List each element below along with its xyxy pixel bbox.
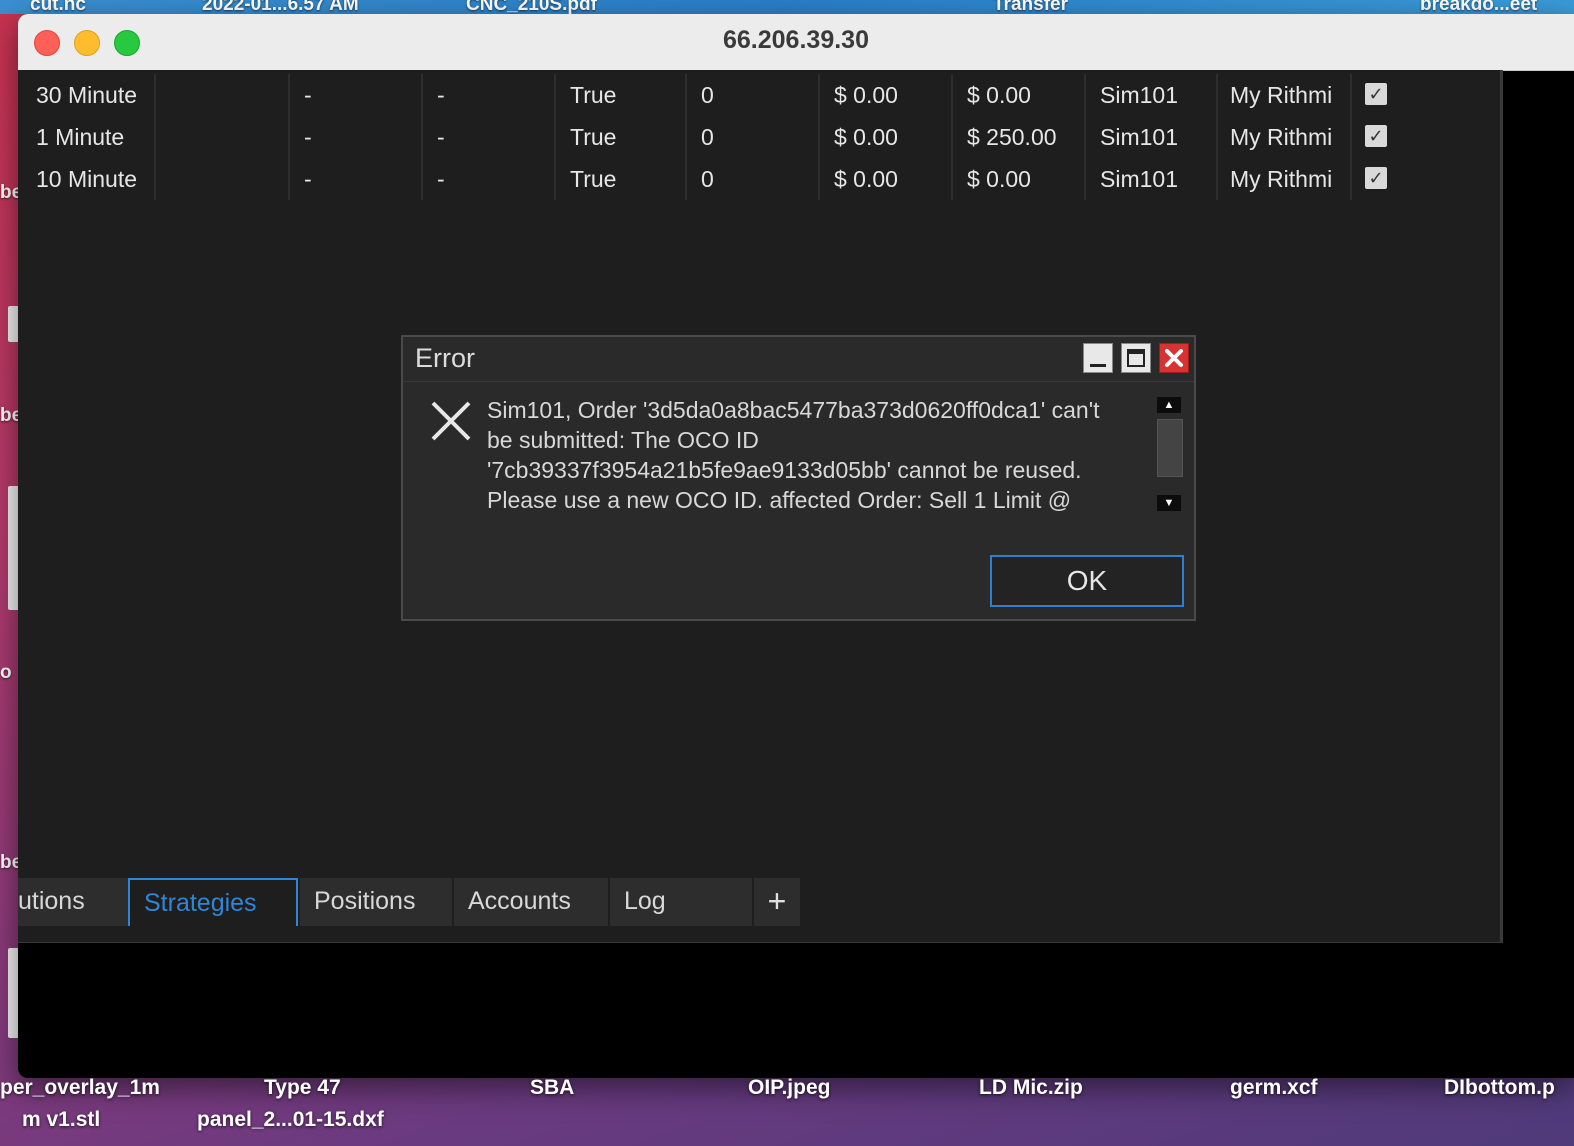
tab-executions[interactable]: utions bbox=[18, 878, 128, 926]
enabled-checkbox[interactable]: ✓ bbox=[1365, 125, 1387, 147]
scroll-up-icon[interactable]: ▲ bbox=[1157, 397, 1181, 413]
desktop-file-label[interactable]: CNC_210S.pdf bbox=[466, 0, 597, 14]
desktop-file-label[interactable]: o bbox=[0, 662, 12, 684]
dialog-separator bbox=[403, 381, 1194, 382]
desktop-file-label[interactable]: OIP.jpeg bbox=[748, 1076, 830, 1100]
desktop-file-label[interactable]: SBA bbox=[530, 1076, 574, 1100]
desktop-top-strip: cut.nc 2022-01...6.57 AM CNC_210S.pdf Tr… bbox=[0, 0, 1574, 14]
realized-pnl-cell: $ 0.00 bbox=[820, 74, 953, 116]
quantity-cell: 0 bbox=[687, 74, 820, 116]
realized-pnl-cell: $ 0.00 bbox=[820, 158, 953, 200]
enabled-cell: True bbox=[556, 116, 687, 158]
ok-button[interactable]: OK bbox=[990, 555, 1184, 607]
error-dialog: Error Sim101, Order '3d5da0a8bac5477ba37… bbox=[401, 335, 1196, 621]
desktop-file-label[interactable]: Transfer bbox=[993, 0, 1068, 14]
scroll-down-icon[interactable]: ▼ bbox=[1157, 495, 1181, 511]
window-title: 66.206.39.30 bbox=[723, 26, 869, 54]
desktop-file-label[interactable]: m v1.stl bbox=[22, 1108, 100, 1132]
connection-cell: My Rithmi bbox=[1218, 74, 1352, 116]
table-cell: - bbox=[423, 158, 556, 200]
desktop-file-label[interactable]: Type 47 bbox=[264, 1076, 341, 1100]
realized-pnl-cell: $ 0.00 bbox=[820, 116, 953, 158]
strategy-name-cell: 10 Minute bbox=[22, 158, 156, 200]
tab-positions[interactable]: Positions bbox=[300, 878, 452, 926]
enabled-cell: True bbox=[556, 158, 687, 200]
error-message-line: '7cb39337f3954a21b5fe9ae9133d05bb' canno… bbox=[487, 457, 1082, 483]
table-row[interactable]: 30 Minute - - True 0 $ 0.00 $ 0.00 Sim10… bbox=[18, 74, 1500, 116]
error-message: Sim101, Order '3d5da0a8bac5477ba373d0620… bbox=[487, 395, 1147, 519]
desktop-file-label[interactable]: germ.xcf bbox=[1230, 1076, 1318, 1100]
account-cell: Sim101 bbox=[1086, 158, 1218, 200]
table-cell: - bbox=[423, 74, 556, 116]
table-row[interactable]: 10 Minute - - True 0 $ 0.00 $ 0.00 Sim10… bbox=[18, 158, 1500, 200]
desktop-file-label[interactable]: per_overlay_1m bbox=[0, 1076, 160, 1100]
desktop-file-label[interactable]: DIbottom.p bbox=[1444, 1076, 1555, 1100]
tab-accounts[interactable]: Accounts bbox=[454, 878, 608, 926]
enabled-checkbox[interactable]: ✓ bbox=[1365, 167, 1387, 189]
dialog-maximize-button[interactable] bbox=[1121, 343, 1151, 373]
error-x-icon bbox=[431, 401, 471, 441]
table-cell bbox=[156, 158, 290, 200]
unrealized-pnl-cell: $ 0.00 bbox=[953, 158, 1086, 200]
desktop-file-label[interactable]: LD Mic.zip bbox=[979, 1076, 1083, 1100]
desktop-file-label[interactable]: cut.nc bbox=[30, 0, 86, 14]
minimize-icon bbox=[1090, 364, 1106, 367]
account-cell: Sim101 bbox=[1086, 116, 1218, 158]
tab-bar: utions Strategies Positions Accounts Log… bbox=[18, 878, 1500, 928]
desktop-icon-row: per_overlay_1m m v1.stl Type 47 panel_2.… bbox=[0, 1074, 1574, 1146]
connection-cell: My Rithmi bbox=[1218, 158, 1352, 200]
table-row[interactable]: 1 Minute - - True 0 $ 0.00 $ 250.00 Sim1… bbox=[18, 116, 1500, 158]
account-cell: Sim101 bbox=[1086, 74, 1218, 116]
enabled-cell: True bbox=[556, 74, 687, 116]
table-cell: - bbox=[423, 116, 556, 158]
add-tab-button[interactable]: + bbox=[754, 878, 800, 926]
desktop-file-label[interactable]: breakdo...eet bbox=[1420, 0, 1537, 14]
scroll-thumb[interactable] bbox=[1157, 419, 1183, 477]
dialog-title: Error bbox=[415, 343, 475, 373]
dialog-minimize-button[interactable] bbox=[1083, 343, 1113, 373]
dialog-close-button[interactable] bbox=[1159, 343, 1189, 373]
tab-log[interactable]: Log bbox=[610, 878, 752, 926]
maximize-icon bbox=[1127, 349, 1145, 367]
unrealized-pnl-cell: $ 250.00 bbox=[953, 116, 1086, 158]
quantity-cell: 0 bbox=[687, 116, 820, 158]
table-cell: - bbox=[290, 74, 423, 116]
window-titlebar[interactable]: 66.206.39.30 bbox=[18, 14, 1574, 71]
close-icon bbox=[1165, 349, 1183, 367]
table-cell bbox=[156, 74, 290, 116]
desktop-file-label[interactable]: 2022-01...6.57 AM bbox=[202, 0, 359, 14]
unrealized-pnl-cell: $ 0.00 bbox=[953, 74, 1086, 116]
error-message-line: Please use a new OCO ID. affected Order:… bbox=[487, 487, 1072, 513]
enabled-checkbox[interactable]: ✓ bbox=[1365, 83, 1387, 105]
quantity-cell: 0 bbox=[687, 158, 820, 200]
error-message-line: Sim101, Order '3d5da0a8bac5477ba373d0620… bbox=[487, 397, 1100, 423]
message-scrollbar[interactable]: ▲ ▼ bbox=[1155, 397, 1183, 515]
table-cell: - bbox=[290, 116, 423, 158]
table-cell bbox=[156, 116, 290, 158]
desktop-file-label[interactable]: panel_2...01-15.dxf bbox=[197, 1108, 384, 1132]
tab-strategies[interactable]: Strategies bbox=[128, 878, 298, 926]
error-message-line: be submitted: The OCO ID bbox=[487, 427, 759, 453]
strategy-name-cell: 30 Minute bbox=[22, 74, 156, 116]
connection-cell: My Rithmi bbox=[1218, 116, 1352, 158]
strategy-name-cell: 1 Minute bbox=[22, 116, 156, 158]
table-cell: - bbox=[290, 158, 423, 200]
